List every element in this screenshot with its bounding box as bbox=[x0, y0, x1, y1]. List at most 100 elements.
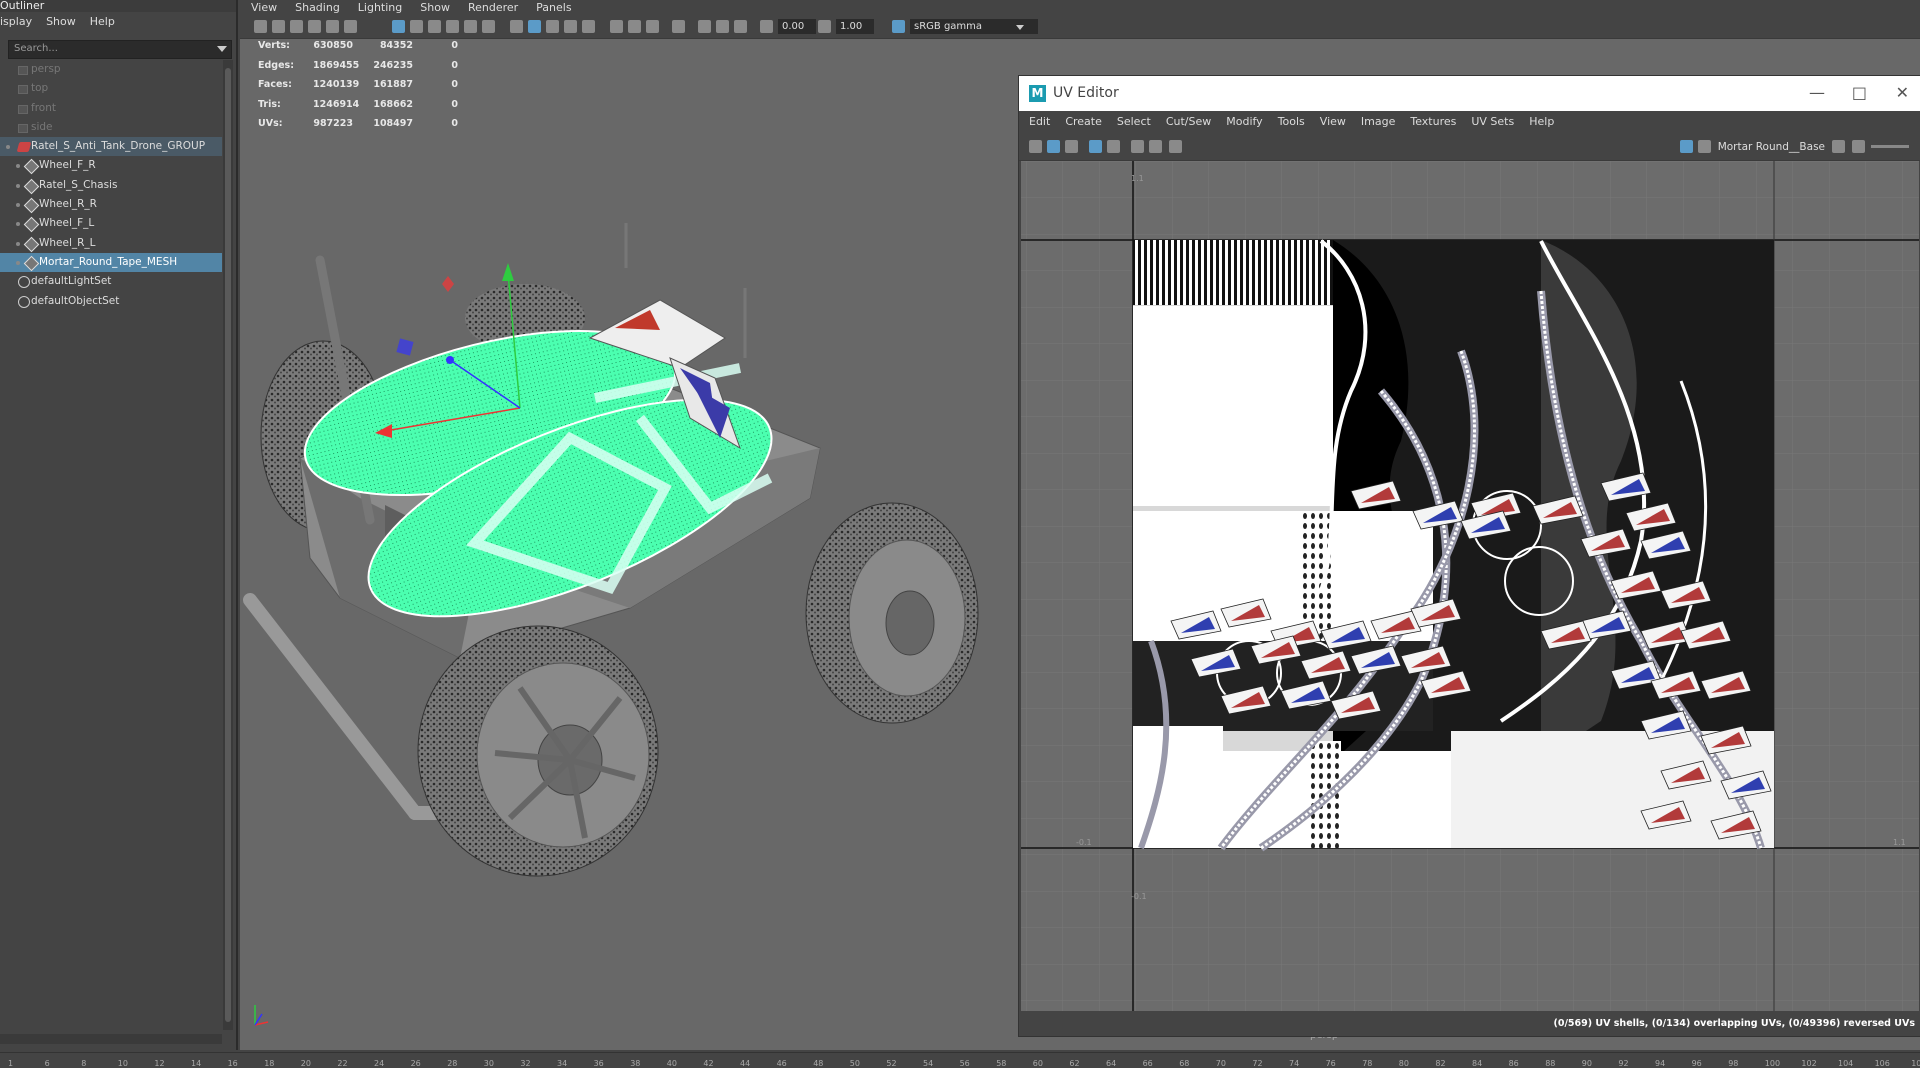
wireframe-icon[interactable] bbox=[510, 20, 523, 33]
textured-icon[interactable] bbox=[564, 20, 577, 33]
bookmark-icon[interactable] bbox=[290, 20, 303, 33]
smooth-shade-icon[interactable] bbox=[528, 20, 541, 33]
menu-panels[interactable]: Panels bbox=[536, 0, 571, 16]
ambient-occlusion-icon[interactable] bbox=[628, 20, 641, 33]
outliner-search-input[interactable]: Search... bbox=[8, 40, 232, 59]
outliner-item[interactable]: Ratel_S_Chasis bbox=[0, 176, 222, 195]
safe-action-icon[interactable] bbox=[482, 20, 495, 33]
expand-icon[interactable] bbox=[6, 145, 10, 150]
gamma-icon[interactable] bbox=[818, 20, 831, 33]
resolution-gate-icon[interactable] bbox=[428, 20, 441, 33]
time-slider[interactable]: 1 6 8 10 12 14 16 18 20 22 24 26 28 30 32 34 36 38 40 42 44 4… bbox=[0, 1052, 1920, 1068]
menu-show[interactable]: Show bbox=[420, 0, 450, 16]
menu-help[interactable]: Help bbox=[90, 12, 115, 32]
uv-shaded-icon[interactable] bbox=[1149, 140, 1162, 153]
close-icon[interactable]: ✕ bbox=[1896, 83, 1909, 102]
uv-shell-icon[interactable] bbox=[1029, 140, 1042, 153]
texture-select[interactable]: Mortar Round__Base bbox=[1718, 141, 1825, 153]
group-icon bbox=[16, 142, 32, 153]
color-management-icon[interactable] bbox=[892, 20, 905, 33]
antialias-icon[interactable] bbox=[646, 20, 659, 33]
outliner-item[interactable]: side bbox=[0, 118, 222, 137]
uv-pixel-snap-icon[interactable] bbox=[1107, 140, 1120, 153]
texture-filter-icon[interactable] bbox=[1832, 140, 1845, 153]
exposure-icon[interactable] bbox=[760, 20, 773, 33]
minimize-icon[interactable]: — bbox=[1809, 83, 1825, 102]
uv-grid-icon[interactable] bbox=[1089, 140, 1102, 153]
outliner-item[interactable]: Wheel_R_R bbox=[0, 195, 222, 214]
uv-menu-edit[interactable]: Edit bbox=[1029, 111, 1050, 133]
uv-grid-label-mid-left: -0.1 bbox=[1076, 838, 1092, 847]
checker-pattern-icon[interactable] bbox=[1698, 140, 1711, 153]
isolate-select-icon[interactable] bbox=[672, 20, 685, 33]
menu-display[interactable]: isplay bbox=[0, 12, 32, 32]
outliner-hscrollbar[interactable] bbox=[0, 1034, 222, 1044]
field-chart-icon[interactable] bbox=[464, 20, 477, 33]
outliner-menubar: isplay Show Help bbox=[0, 12, 236, 32]
backface-icon[interactable] bbox=[734, 20, 747, 33]
menu-lighting[interactable]: Lighting bbox=[358, 0, 402, 16]
menu-shading[interactable]: Shading bbox=[295, 0, 340, 16]
chevron-down-icon[interactable] bbox=[1016, 25, 1024, 30]
xray-joints-icon[interactable] bbox=[716, 20, 729, 33]
uv-menu-view[interactable]: View bbox=[1320, 111, 1346, 133]
uv-editor-toolbar: Mortar Round__Base bbox=[1019, 133, 1920, 161]
grid-icon[interactable] bbox=[392, 20, 405, 33]
grease-pencil-icon[interactable] bbox=[344, 20, 357, 33]
wireframe-on-shaded-icon[interactable] bbox=[546, 20, 559, 33]
menu-show[interactable]: Show bbox=[46, 12, 76, 32]
shadows-icon[interactable] bbox=[610, 20, 623, 33]
camera-snapshot-icon[interactable] bbox=[1169, 140, 1182, 153]
time-tick: 1 bbox=[8, 1059, 14, 1068]
image-plane-icon[interactable] bbox=[308, 20, 321, 33]
time-tick: 78 bbox=[1362, 1059, 1373, 1068]
uv-image-icon[interactable] bbox=[1065, 140, 1078, 153]
xray-icon[interactable] bbox=[698, 20, 711, 33]
uv-menu-modify[interactable]: Modify bbox=[1226, 111, 1262, 133]
uv-menu-tools[interactable]: Tools bbox=[1278, 111, 1305, 133]
tree-connector bbox=[16, 203, 20, 208]
uv-menu-cutsew[interactable]: Cut/Sew bbox=[1166, 111, 1211, 133]
maximize-icon[interactable]: □ bbox=[1852, 83, 1867, 102]
uv-dim-icon[interactable] bbox=[1131, 140, 1144, 153]
2d-pan-icon[interactable] bbox=[326, 20, 339, 33]
outliner-scrollbar[interactable] bbox=[223, 60, 233, 1030]
brightness-slider[interactable] bbox=[1871, 145, 1909, 148]
outliner-item[interactable]: defaultLightSet bbox=[0, 272, 222, 291]
outliner-title: Outliner bbox=[0, 0, 236, 12]
time-tick: 44 bbox=[740, 1059, 751, 1068]
uv-canvas[interactable]: 1.1 -0.1 1.1 -0.1 bbox=[1021, 161, 1919, 1011]
uv-menu-image[interactable]: Image bbox=[1361, 111, 1395, 133]
lights-icon[interactable] bbox=[582, 20, 595, 33]
uv-checker-icon[interactable] bbox=[1047, 140, 1060, 153]
uv-grid-label-mid-right: 1.1 bbox=[1893, 838, 1906, 847]
outliner-item[interactable]: Mortar_Round_Tape_MESH bbox=[0, 252, 222, 273]
texture-display-icon[interactable] bbox=[1680, 140, 1693, 153]
uv-menu-uvsets[interactable]: UV Sets bbox=[1471, 111, 1514, 133]
camera-attr-icon[interactable] bbox=[272, 20, 285, 33]
menu-view[interactable]: View bbox=[251, 0, 277, 16]
outliner-item[interactable]: Wheel_F_R bbox=[0, 156, 222, 175]
select-camera-icon[interactable] bbox=[254, 20, 267, 33]
uv-menu-textures[interactable]: Textures bbox=[1410, 111, 1456, 133]
uv-editor-titlebar[interactable]: M UV Editor — □ ✕ bbox=[1019, 76, 1920, 111]
time-tick: 46 bbox=[776, 1059, 787, 1068]
outliner-item[interactable]: front bbox=[0, 99, 222, 118]
time-tick: 88 bbox=[1545, 1059, 1556, 1068]
image-range-icon[interactable] bbox=[1852, 140, 1865, 153]
uv-menu-help[interactable]: Help bbox=[1529, 111, 1554, 133]
gamma-field[interactable]: 1.00 bbox=[836, 19, 874, 34]
outliner-item[interactable]: defaultObjectSet bbox=[0, 292, 222, 311]
outliner-item[interactable]: Wheel_R_L bbox=[0, 234, 222, 253]
gate-mask-icon[interactable] bbox=[446, 20, 459, 33]
exposure-field[interactable]: 0.00 bbox=[778, 19, 816, 34]
outliner-item[interactable]: persp bbox=[0, 60, 222, 79]
film-gate-icon[interactable] bbox=[410, 20, 423, 33]
uv-menu-create[interactable]: Create bbox=[1065, 111, 1102, 133]
outliner-item[interactable]: Ratel_S_Anti_Tank_Drone_GROUP bbox=[0, 137, 222, 157]
chevron-down-icon[interactable] bbox=[217, 46, 227, 52]
outliner-item[interactable]: top bbox=[0, 79, 222, 98]
outliner-item[interactable]: Wheel_F_L bbox=[0, 214, 222, 233]
uv-menu-select[interactable]: Select bbox=[1117, 111, 1151, 133]
menu-renderer[interactable]: Renderer bbox=[468, 0, 518, 16]
